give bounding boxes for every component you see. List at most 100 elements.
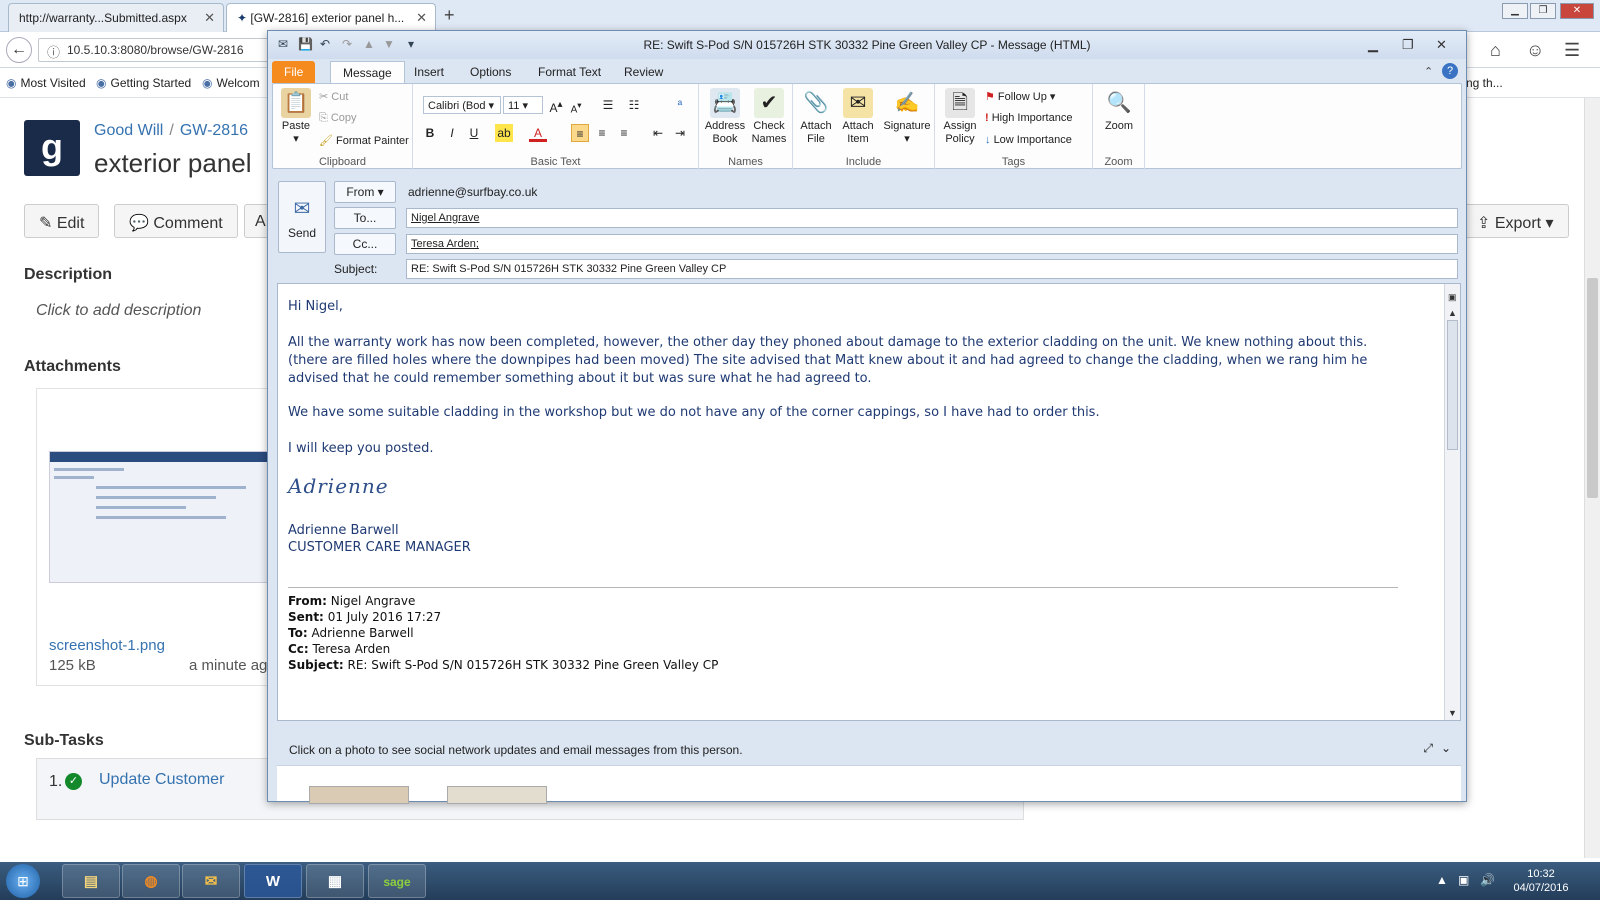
chevron-down-icon[interactable]: ⌄ [1441,741,1451,755]
tab-insert[interactable]: Insert [402,61,456,83]
url-bar[interactable]: ⓘ 10.5.10.3:8080/browse/GW-2816 [38,38,278,62]
browser-tab-jira[interactable]: ✦ [GW-2816] exterior panel h... ✕ [226,3,436,32]
signature-button[interactable]: ✍ Signature ▾ [881,88,933,146]
body-scrollbar[interactable]: ▣ ▲ ▼ [1444,284,1460,720]
to-field[interactable]: Nigel Angrave [406,208,1458,228]
align-right-icon[interactable]: ≡ [615,124,633,142]
volume-icon[interactable]: 🔊 [1480,873,1495,887]
tab-message[interactable]: Message [330,61,405,83]
font-size-select[interactable]: 11 ▾ [503,96,543,114]
zoom-button[interactable]: 🔍 Zoom [1099,88,1139,133]
start-button[interactable]: ⊞ [6,864,40,898]
scrollbar-thumb[interactable] [1447,320,1458,450]
breadcrumb-issue-link[interactable]: GW-2816 [180,122,248,139]
back-arrow-icon[interactable]: ← [6,37,32,63]
tab-review[interactable]: Review [612,61,675,83]
shrink-font-icon[interactable]: A▾ [567,96,585,115]
taskbar-clock[interactable]: 10:32 04/07/2016 [1506,867,1576,895]
copy-button[interactable]: ⎘ Copy [319,112,357,125]
numbering-icon[interactable]: ☷ [625,96,643,114]
minimize-icon[interactable]: ▁ [1502,3,1528,19]
description-placeholder[interactable]: Click to add description [36,302,201,320]
follow-up-button[interactable]: ⚑ Follow Up ▾ [985,90,1055,103]
collapse-ribbon-icon[interactable]: ⌃ [1424,65,1433,78]
minimize-icon[interactable]: ▁ [1368,37,1378,53]
close-window-icon[interactable]: ✕ [1560,3,1594,19]
clear-formatting-icon[interactable]: ª [671,96,689,114]
address-book-button[interactable]: 📇 Address Book [703,88,747,146]
network-icon[interactable]: ▣ [1458,873,1469,887]
format-painter-button[interactable]: 🖌 Format Painter [319,134,409,147]
taskbar-sage[interactable]: sage [368,864,426,898]
project-logo[interactable]: g [24,120,80,176]
new-tab-icon[interactable]: + [444,5,455,26]
align-left-icon[interactable]: ≡ [571,124,589,142]
italic-icon[interactable]: I [443,124,461,142]
cc-button[interactable]: Cc... [334,233,396,255]
font-color-icon[interactable]: A [529,124,547,142]
edit-button[interactable]: ✎ Edit [24,204,100,238]
cc-field[interactable]: Teresa Arden; [406,234,1458,254]
grow-font-icon[interactable]: A▴ [547,96,565,115]
close-icon[interactable]: ✕ [416,10,427,26]
page-scrollbar[interactable] [1584,98,1600,858]
scroll-down-icon[interactable]: ▼ [1448,708,1457,718]
from-button[interactable]: From ▾ [334,181,396,203]
browser-tab-warranty[interactable]: http://warranty...Submitted.aspx ✕ [8,3,224,32]
taskbar-word[interactable]: W [244,864,302,898]
bookmark-getting-started[interactable]: ◉ Getting Started [96,76,191,90]
tab-format-text[interactable]: Format Text [526,61,613,83]
taskbar-outlook[interactable]: ✉ [182,864,240,898]
bullets-icon[interactable]: ☰ [599,96,617,114]
subject-field[interactable]: RE: Swift S-Pod S/N 015726H STK 30332 Pi… [406,259,1458,279]
paste-button[interactable]: 📋 Paste ▾ [279,88,313,146]
breadcrumb-project-link[interactable]: Good Will [94,122,163,139]
underline-icon[interactable]: U [465,124,483,142]
tab-options[interactable]: Options [458,61,523,83]
restore-icon[interactable]: ❐ [1402,37,1414,53]
highlight-icon[interactable]: ab [495,124,513,142]
bold-icon[interactable]: B [421,124,439,142]
restore-icon[interactable]: ❐ [1530,3,1556,19]
decrease-indent-icon[interactable]: ⇤ [649,124,667,142]
attachment-file-name[interactable]: screenshot-1.png [49,637,165,654]
tab-file[interactable]: File [272,61,316,83]
low-importance-button[interactable]: ↓ Low Importance [985,134,1072,146]
high-importance-button[interactable]: ! High Importance [985,112,1072,124]
assign-policy-button[interactable]: 🗎 Assign Policy [939,88,981,146]
comment-button[interactable]: 💬 Comment [114,204,238,238]
chat-icon[interactable]: ☺ [1526,40,1544,61]
bookmark-fragment[interactable]: ng th... [1466,76,1503,90]
tray-expand-icon[interactable]: ▲ [1436,873,1448,887]
scroll-up-icon[interactable]: ▲ [1448,308,1457,318]
ruler-icon[interactable]: ▣ [1448,292,1457,303]
message-body[interactable]: Hi Nigel, All the warranty work has now … [277,283,1461,721]
taskbar-explorer[interactable]: ▤ [62,864,120,898]
home-icon[interactable]: ⌂ [1490,40,1501,61]
font-family-select[interactable]: Calibri (Bod ▾ [423,96,501,114]
people-pane-header[interactable]: Click on a photo to see social network u… [277,735,1461,765]
bookmark-welcome[interactable]: ◉ Welcom [202,76,260,90]
attach-file-button[interactable]: 📎 Attach File [797,88,835,146]
attach-item-button[interactable]: ✉ Attach Item [837,88,879,146]
check-names-button[interactable]: ✔ Check Names [747,88,791,146]
taskbar-calculator[interactable]: ▦ [306,864,364,898]
attachment-card[interactable]: screenshot-1.png 125 kB a minute ag [36,388,276,686]
close-icon[interactable]: ✕ [1436,37,1447,53]
send-button[interactable]: ✉ Send [278,181,326,253]
menu-icon[interactable]: ☰ [1564,40,1580,61]
increase-indent-icon[interactable]: ⇥ [671,124,689,142]
contact-photo[interactable] [447,786,547,804]
taskbar-firefox[interactable]: ◍ [122,864,180,898]
help-icon[interactable]: ? [1442,63,1458,79]
to-button[interactable]: To... [334,207,396,229]
export-button[interactable]: ⇪ Export ▾ [1462,204,1569,238]
attachment-thumbnail[interactable] [49,451,275,583]
contact-photo[interactable] [309,786,409,804]
scrollbar-thumb[interactable] [1587,278,1598,498]
align-center-icon[interactable]: ≡ [593,124,611,142]
cut-button[interactable]: ✂ Cut [319,90,348,103]
bookmark-most-visited[interactable]: ◉ Most Visited [6,76,86,90]
expand-icon[interactable]: ⤢ [1423,741,1433,756]
close-icon[interactable]: ✕ [204,10,215,26]
